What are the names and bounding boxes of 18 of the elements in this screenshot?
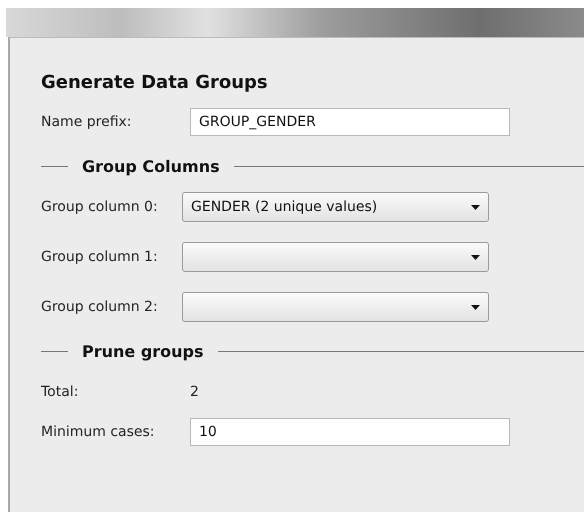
minimum-cases-field[interactable]: 10: [190, 418, 510, 446]
group-column-dropdown[interactable]: GENDER (2 unique values): [182, 192, 489, 222]
caret-icon: [471, 304, 480, 310]
field-label: Group column 2:: [41, 299, 159, 315]
field-label: Minimum cases:: [41, 424, 156, 440]
caret-icon: [471, 254, 480, 260]
field-label: Group column 1:: [41, 249, 159, 265]
caret-icon: [471, 204, 480, 210]
field-label: Name prefix:: [41, 114, 133, 130]
dialog-title: Generate Data Groups: [41, 72, 269, 93]
group-column-dropdown[interactable]: [182, 292, 489, 322]
total-value: 2: [190, 384, 199, 400]
field-label: Group column 0:: [41, 199, 159, 215]
group-column-dropdown[interactable]: [182, 242, 489, 272]
field-label: Total:: [41, 384, 80, 400]
section-heading: Group Columns: [82, 157, 220, 176]
name-prefix-field[interactable]: GROUP_GENDER: [190, 108, 510, 136]
section-heading: Prune groups: [82, 342, 204, 361]
